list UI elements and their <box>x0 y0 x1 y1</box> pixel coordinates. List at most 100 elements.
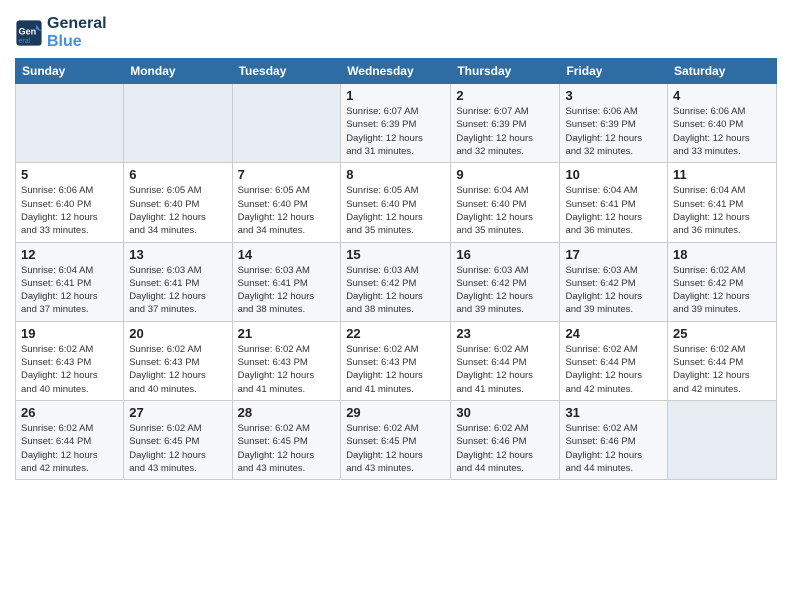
day-number: 30 <box>456 405 554 420</box>
day-info: Sunrise: 6:02 AM Sunset: 6:45 PM Dayligh… <box>238 422 336 475</box>
day-info: Sunrise: 6:02 AM Sunset: 6:43 PM Dayligh… <box>129 343 226 396</box>
day-cell: 3 Sunrise: 6:06 AM Sunset: 6:39 PM Daylig… <box>560 84 668 163</box>
day-number: 31 <box>565 405 662 420</box>
day-number: 28 <box>238 405 336 420</box>
svg-text:Gen: Gen <box>19 26 37 36</box>
day-info: Sunrise: 6:06 AM Sunset: 6:39 PM Dayligh… <box>565 105 662 158</box>
day-cell: 26 Sunrise: 6:02 AM Sunset: 6:44 PM Dayli… <box>16 400 124 479</box>
header-saturday: Saturday <box>668 59 777 84</box>
day-cell: 8Sunrise: 6:05 AM Sunset: 6:40 PM Daylig… <box>341 163 451 242</box>
calendar-table: SundayMondayTuesdayWednesdayThursdayFrid… <box>15 58 777 480</box>
day-info: Sunrise: 6:03 AM Sunset: 6:41 PM Dayligh… <box>129 264 226 317</box>
day-cell: 12 Sunrise: 6:04 AM Sunset: 6:41 PM Dayli… <box>16 242 124 321</box>
day-number: 8 <box>346 167 445 182</box>
day-info: Sunrise: 6:03 AM Sunset: 6:42 PM Dayligh… <box>456 264 554 317</box>
header-tuesday: Tuesday <box>232 59 341 84</box>
day-number: 16 <box>456 247 554 262</box>
day-number: 2 <box>456 88 554 103</box>
day-number: 10 <box>565 167 662 182</box>
day-cell: 2 Sunrise: 6:07 AM Sunset: 6:39 PM Daylig… <box>451 84 560 163</box>
day-number: 9 <box>456 167 554 182</box>
day-info: Sunrise: 6:04 AM Sunset: 6:41 PM Dayligh… <box>565 184 662 237</box>
week-row-1: 1 Sunrise: 6:07 AM Sunset: 6:39 PM Daylig… <box>16 84 777 163</box>
day-number: 19 <box>21 326 118 341</box>
day-cell: 5 Sunrise: 6:06 AM Sunset: 6:40 PM Daylig… <box>16 163 124 242</box>
day-info: Sunrise: 6:02 AM Sunset: 6:43 PM Dayligh… <box>346 343 445 396</box>
day-cell: 21 Sunrise: 6:02 AM Sunset: 6:43 PM Dayli… <box>232 321 341 400</box>
day-info: Sunrise: 6:06 AM Sunset: 6:40 PM Dayligh… <box>673 105 771 158</box>
day-cell: 7 Sunrise: 6:05 AM Sunset: 6:40 PM Daylig… <box>232 163 341 242</box>
day-info: Sunrise: 6:02 AM Sunset: 6:42 PM Dayligh… <box>673 264 771 317</box>
calendar-header-row: SundayMondayTuesdayWednesdayThursdayFrid… <box>16 59 777 84</box>
day-info: Sunrise: 6:02 AM Sunset: 6:43 PM Dayligh… <box>21 343 118 396</box>
day-number: 26 <box>21 405 118 420</box>
day-number: 15 <box>346 247 445 262</box>
day-number: 24 <box>565 326 662 341</box>
day-cell <box>232 84 341 163</box>
day-number: 20 <box>129 326 226 341</box>
day-number: 1 <box>346 88 445 103</box>
day-number: 14 <box>238 247 336 262</box>
page-header: Gen eral General Blue <box>15 15 777 50</box>
day-cell: 22 Sunrise: 6:02 AM Sunset: 6:43 PM Dayli… <box>341 321 451 400</box>
day-info: Sunrise: 6:02 AM Sunset: 6:44 PM Dayligh… <box>21 422 118 475</box>
day-number: 13 <box>129 247 226 262</box>
day-info: Sunrise: 6:02 AM Sunset: 6:44 PM Dayligh… <box>673 343 771 396</box>
day-cell: 29Sunrise: 6:02 AM Sunset: 6:45 PM Dayli… <box>341 400 451 479</box>
day-info: Sunrise: 6:03 AM Sunset: 6:41 PM Dayligh… <box>238 264 336 317</box>
day-number: 22 <box>346 326 445 341</box>
day-number: 5 <box>21 167 118 182</box>
day-info: Sunrise: 6:02 AM Sunset: 6:43 PM Dayligh… <box>238 343 336 396</box>
week-row-3: 12 Sunrise: 6:04 AM Sunset: 6:41 PM Dayli… <box>16 242 777 321</box>
day-cell: 24 Sunrise: 6:02 AM Sunset: 6:44 PM Dayli… <box>560 321 668 400</box>
day-info: Sunrise: 6:04 AM Sunset: 6:40 PM Dayligh… <box>456 184 554 237</box>
day-info: Sunrise: 6:03 AM Sunset: 6:42 PM Dayligh… <box>565 264 662 317</box>
day-info: Sunrise: 6:02 AM Sunset: 6:45 PM Dayligh… <box>129 422 226 475</box>
week-row-5: 26 Sunrise: 6:02 AM Sunset: 6:44 PM Dayli… <box>16 400 777 479</box>
day-info: Sunrise: 6:02 AM Sunset: 6:44 PM Dayligh… <box>456 343 554 396</box>
day-number: 11 <box>673 167 771 182</box>
day-cell <box>16 84 124 163</box>
day-number: 29 <box>346 405 445 420</box>
day-number: 17 <box>565 247 662 262</box>
day-number: 12 <box>21 247 118 262</box>
logo-icon: Gen eral <box>15 19 43 47</box>
day-cell: 4 Sunrise: 6:06 AM Sunset: 6:40 PM Daylig… <box>668 84 777 163</box>
day-info: Sunrise: 6:07 AM Sunset: 6:39 PM Dayligh… <box>456 105 554 158</box>
day-cell: 18 Sunrise: 6:02 AM Sunset: 6:42 PM Dayli… <box>668 242 777 321</box>
day-info: Sunrise: 6:05 AM Sunset: 6:40 PM Dayligh… <box>238 184 336 237</box>
day-cell: 20 Sunrise: 6:02 AM Sunset: 6:43 PM Dayli… <box>124 321 232 400</box>
day-info: Sunrise: 6:02 AM Sunset: 6:46 PM Dayligh… <box>565 422 662 475</box>
day-cell: 30 Sunrise: 6:02 AM Sunset: 6:46 PM Dayli… <box>451 400 560 479</box>
day-number: 4 <box>673 88 771 103</box>
day-info: Sunrise: 6:02 AM Sunset: 6:44 PM Dayligh… <box>565 343 662 396</box>
day-cell: 10 Sunrise: 6:04 AM Sunset: 6:41 PM Dayli… <box>560 163 668 242</box>
header-monday: Monday <box>124 59 232 84</box>
day-info: Sunrise: 6:06 AM Sunset: 6:40 PM Dayligh… <box>21 184 118 237</box>
day-number: 7 <box>238 167 336 182</box>
day-number: 3 <box>565 88 662 103</box>
day-number: 18 <box>673 247 771 262</box>
day-info: Sunrise: 6:03 AM Sunset: 6:42 PM Dayligh… <box>346 264 445 317</box>
day-cell: 11Sunrise: 6:04 AM Sunset: 6:41 PM Dayli… <box>668 163 777 242</box>
logo: Gen eral General Blue <box>15 15 107 50</box>
day-cell: 28 Sunrise: 6:02 AM Sunset: 6:45 PM Dayli… <box>232 400 341 479</box>
week-row-4: 19 Sunrise: 6:02 AM Sunset: 6:43 PM Dayli… <box>16 321 777 400</box>
day-number: 23 <box>456 326 554 341</box>
header-sunday: Sunday <box>16 59 124 84</box>
day-info: Sunrise: 6:07 AM Sunset: 6:39 PM Dayligh… <box>346 105 445 158</box>
day-info: Sunrise: 6:05 AM Sunset: 6:40 PM Dayligh… <box>129 184 226 237</box>
day-cell <box>124 84 232 163</box>
day-cell: 15 Sunrise: 6:03 AM Sunset: 6:42 PM Dayli… <box>341 242 451 321</box>
day-info: Sunrise: 6:02 AM Sunset: 6:46 PM Dayligh… <box>456 422 554 475</box>
day-cell: 1 Sunrise: 6:07 AM Sunset: 6:39 PM Daylig… <box>341 84 451 163</box>
day-cell: 6Sunrise: 6:05 AM Sunset: 6:40 PM Daylig… <box>124 163 232 242</box>
header-friday: Friday <box>560 59 668 84</box>
day-cell: 14 Sunrise: 6:03 AM Sunset: 6:41 PM Dayli… <box>232 242 341 321</box>
day-cell: 19 Sunrise: 6:02 AM Sunset: 6:43 PM Dayli… <box>16 321 124 400</box>
header-thursday: Thursday <box>451 59 560 84</box>
header-wednesday: Wednesday <box>341 59 451 84</box>
day-cell: 25Sunrise: 6:02 AM Sunset: 6:44 PM Dayli… <box>668 321 777 400</box>
day-info: Sunrise: 6:04 AM Sunset: 6:41 PM Dayligh… <box>21 264 118 317</box>
day-number: 21 <box>238 326 336 341</box>
